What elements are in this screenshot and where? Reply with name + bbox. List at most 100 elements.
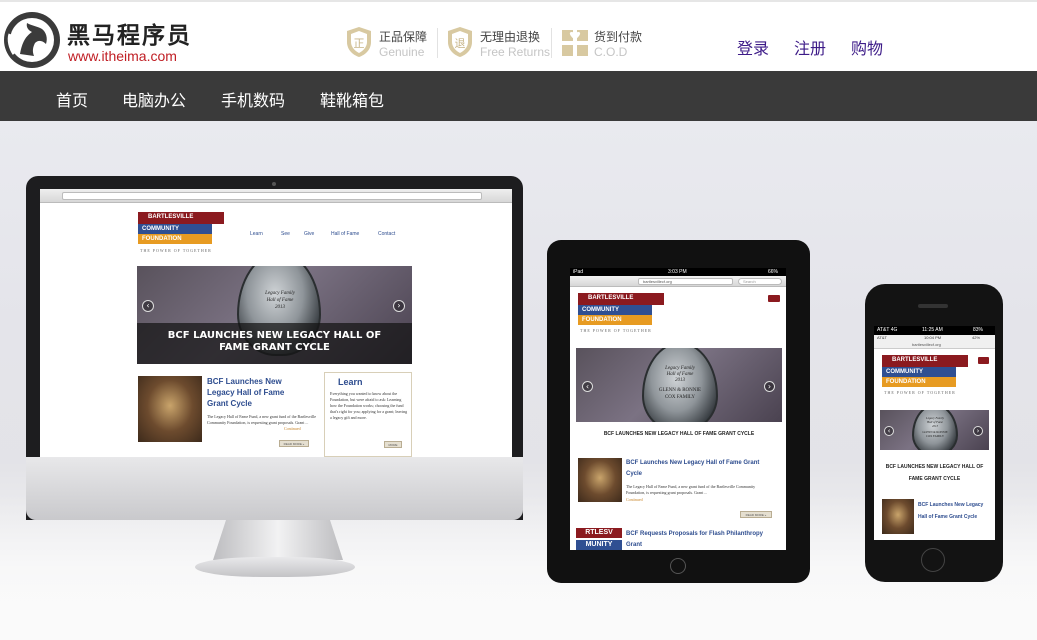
site-header: 黑马程序员 www.itheima.com 正 正品保障 Genuine 退 无… (0, 2, 1037, 70)
logo-url[interactable]: www.itheima.com (68, 48, 177, 64)
bcf-logo-row1: BARTLESVILLE (578, 293, 664, 305)
desktop-article-text: The Legacy Hall of Fame Fund, a new gran… (207, 414, 316, 425)
imac-camera (272, 182, 276, 186)
promo-subtitle: Free Returns (480, 45, 551, 59)
bcf-logo-row2: COMMUNITY (138, 223, 212, 234)
tablet-hero-caption: BCF LAUNCHES NEW LEGACY HALL OF FAME GRA… (603, 431, 755, 437)
trophy-image (642, 348, 718, 422)
tablet-article-thumb (578, 458, 622, 502)
nav-item-computer-office[interactable]: 电脑办公 (122, 87, 186, 111)
bcf-tagline: THE POWER OF TOGETHER (140, 248, 212, 253)
tablet-article2-title: BCF Requests Proposals for Flash Philant… (626, 531, 764, 548)
tablet-article2-thumb: RTLESV MUNITY (576, 528, 622, 550)
promo-cod: 货到付款 C.O.D (560, 26, 650, 62)
bcf-logo-row1: BARTLESVILLE (138, 212, 224, 224)
desktop-hero-slide: Legacy Family Hall of Fame 2013 BCF LAUN… (137, 266, 412, 364)
nav-item-home[interactable]: 首页 (56, 87, 88, 111)
hero-banner[interactable]: BARTLESVILLE COMMUNITY FOUNDATION THE PO… (0, 121, 1037, 640)
shield-icon: 正 (347, 27, 371, 57)
tablet-browser-bar: bartlesvillecf.org Search (570, 276, 786, 287)
promo-genuine: 正 正品保障 Genuine (345, 26, 435, 62)
article2-thumb-bottom: MUNITY (576, 540, 622, 550)
phone-status-bar: AT&T 4G 11:25 AM 83% (874, 326, 995, 335)
phone-status2-carrier: AT&T (877, 335, 887, 340)
phone-article-title: BCF Launches New Legacy Hall of Fame Gra… (918, 502, 984, 520)
desktop-menu-see: See (281, 231, 290, 237)
bcf-logo: BARTLESVILLE COMMUNITY FOUNDATION (882, 355, 968, 389)
imac-stand (213, 520, 343, 560)
tablet-hero-slide: Legacy Family Hall of Fame 2013 GLENN & … (576, 348, 782, 422)
bcf-logo: BARTLESVILLE COMMUNITY FOUNDATION (578, 293, 664, 327)
slide-next-icon: › (764, 381, 775, 392)
tablet-article-text: The Legacy Hall of Fame Fund, a new gran… (626, 484, 756, 495)
svg-text:退: 退 (455, 37, 466, 50)
promo-subtitle: Genuine (379, 45, 425, 59)
bcf-logo-row2: COMMUNITY (578, 304, 652, 315)
bcf-tagline: THE POWER OF TOGETHER (884, 390, 956, 395)
bcf-logo-row3: FOUNDATION (138, 233, 212, 244)
logo-title[interactable]: 黑马程序员 (67, 16, 192, 50)
slide-prev-icon: ‹ (142, 300, 154, 312)
phone-screen: AT&T 4G 11:25 AM 83% AT&T 10:04 PM 42% b… (874, 326, 995, 540)
tablet-read-more-button: READ MORE » (740, 511, 772, 518)
iphone-speaker (918, 304, 948, 308)
register-link[interactable]: 注册 (794, 35, 826, 59)
desktop-screen: BARTLESVILLE COMMUNITY FOUNDATION THE PO… (40, 189, 512, 457)
phone-hero-caption: BCF LAUNCHES NEW LEGACY HALL OF FAME GRA… (885, 464, 984, 482)
slide-next-icon: › (393, 300, 405, 312)
promo-title: 货到付款 (594, 30, 643, 44)
tablet-article-title: BCF Launches New Legacy Hall of Fame Gra… (626, 460, 760, 477)
phone-browser-bar: AT&T 10:04 PM 42% bartlesvillecf.org (874, 335, 995, 349)
desktop-menu-contact: Contact (378, 231, 396, 237)
trophy-line5: COX FAMILY (664, 395, 696, 400)
desktop-menu-hall-of-fame: Hall of Fame (331, 231, 360, 237)
imac-chin (26, 457, 523, 520)
phone-status2-battery: 42% (972, 335, 981, 340)
trophy-line5: COX FAMILY (925, 434, 945, 438)
browser-address-bar (62, 192, 482, 200)
slide-prev-icon: ‹ (884, 426, 894, 436)
desktop-menu-give: Give (304, 231, 315, 237)
nav-item-mobile-digital[interactable]: 手机数码 (221, 87, 285, 111)
cart-link[interactable]: 购物 (851, 35, 883, 59)
bcf-logo-row2: COMMUNITY (882, 366, 956, 377)
phone-status-battery: 83% (973, 327, 984, 333)
trophy-line2: Hall of Fame (266, 298, 294, 303)
login-link[interactable]: 登录 (737, 35, 769, 59)
browser-toolbar (40, 189, 512, 203)
horse-logo-icon[interactable] (2, 10, 62, 70)
phone-article-thumb (882, 499, 914, 534)
trophy-line3: 2013 (932, 424, 938, 428)
desktop-article-thumb (138, 376, 202, 442)
return-badge-icon: 退 (448, 27, 472, 57)
tablet-status-time: 3:03 PM (668, 269, 687, 275)
nav-item-shoes-bags[interactable]: 鞋靴箱包 (320, 87, 384, 111)
desktop-article-continued: Continued (284, 426, 301, 431)
imac-base (195, 557, 355, 577)
trophy-line3: 2013 (675, 378, 685, 383)
desktop-article-title: BCF Launches New Legacy Hall of Fame Gra… (207, 377, 285, 408)
bcf-logo-row3: FOUNDATION (882, 376, 956, 387)
iphone-home-button (921, 548, 945, 572)
phone-status-carrier: AT&T 4G (877, 327, 898, 333)
promo-subtitle: C.O.D (594, 45, 628, 59)
desktop-learn-more-button: MORE (384, 441, 402, 448)
phone-hero-slide: Legacy Family Hall of Fame 2013 GLENN & … (880, 410, 989, 450)
promo-divider (551, 28, 552, 58)
tablet-status-battery: 66% (768, 269, 779, 275)
desktop-menu-learn: Learn (250, 231, 263, 237)
phone-menu-icon (978, 357, 989, 364)
tablet-status-carrier: iPad (573, 269, 584, 275)
tablet-status-bar: iPad 3:03 PM 66% (570, 268, 786, 276)
bcf-tagline: THE POWER OF TOGETHER (580, 328, 652, 333)
desktop-learn-text: Everything you wanted to know about the … (330, 391, 408, 420)
article2-thumb-top: RTLESV (576, 528, 622, 538)
main-nav: 首页 电脑办公 手机数码 鞋靴箱包 (0, 71, 1037, 121)
desktop-read-more-button: READ MORE » (279, 440, 309, 447)
tablet-screen: iPad 3:03 PM 66% bartlesvillecf.org Sear… (570, 268, 786, 550)
bcf-logo: BARTLESVILLE COMMUNITY FOUNDATION (138, 212, 224, 246)
ipad-home-button (670, 558, 686, 574)
tablet-url-field: bartlesvillecf.org (638, 278, 733, 285)
phone-status-time: 11:25 AM (922, 327, 943, 333)
desktop-learn-title: Learn (338, 377, 363, 387)
